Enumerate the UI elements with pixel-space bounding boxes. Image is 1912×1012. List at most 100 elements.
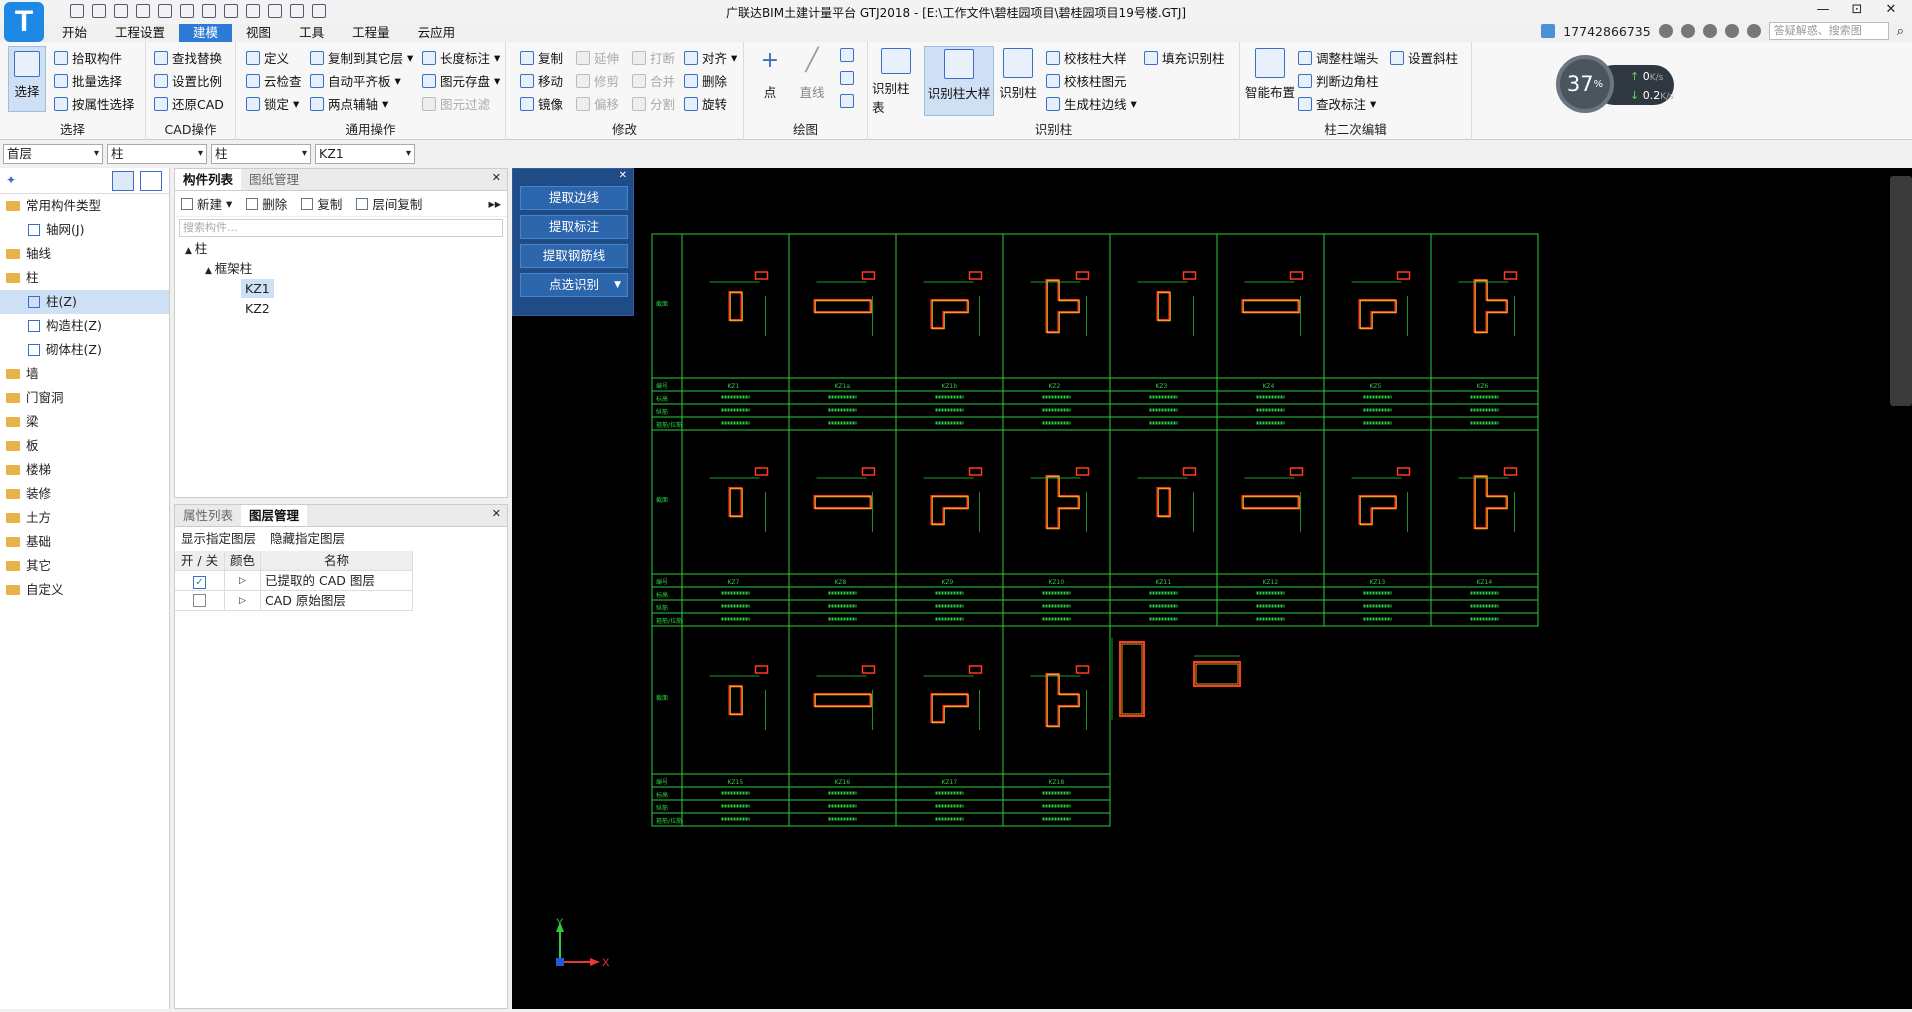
- nav-item[interactable]: 其它: [0, 554, 169, 578]
- align-button[interactable]: 对齐 ▾: [684, 48, 737, 67]
- fill-identify-column-button[interactable]: 填充识别柱: [1144, 48, 1225, 67]
- extend-button[interactable]: 延伸: [576, 48, 619, 67]
- nav-item[interactable]: 门窗洞: [0, 386, 169, 410]
- element-filter-button[interactable]: 图元过滤: [422, 94, 490, 113]
- select-group-label[interactable]: 选择: [0, 119, 145, 138]
- menu-item[interactable]: 工具: [285, 24, 338, 42]
- nav-item[interactable]: 柱(Z): [0, 290, 169, 314]
- user-icon[interactable]: [1541, 24, 1556, 38]
- layer-visible-checkbox[interactable]: [193, 594, 206, 607]
- close-icon[interactable]: ✕: [492, 169, 501, 190]
- draw-group-label[interactable]: 绘图: [744, 119, 867, 138]
- nav-item[interactable]: 构造柱(Z): [0, 314, 169, 338]
- menu-item[interactable]: 开始: [48, 24, 101, 42]
- expand-icon[interactable]: ▷: [225, 571, 261, 590]
- menu-item[interactable]: 工程设置: [101, 24, 179, 42]
- nav-item[interactable]: 板: [0, 434, 169, 458]
- component-select[interactable]: KZ1: [315, 144, 415, 164]
- floor-select[interactable]: 首层: [3, 144, 103, 164]
- batch-select-button[interactable]: 批量选择: [54, 71, 122, 90]
- tree-node-kz1[interactable]: KZ1: [175, 279, 507, 299]
- extract-rebar-button[interactable]: 提取钢筋线: [520, 244, 628, 268]
- expand-icon[interactable]: ▷: [225, 591, 261, 610]
- expand-icon[interactable]: ▲: [185, 246, 195, 256]
- dropdown-icon[interactable]: ▼: [614, 274, 621, 296]
- element-save-button[interactable]: 图元存盘 ▾: [422, 71, 500, 90]
- point-identify-button[interactable]: 点选识别 ▼: [520, 273, 628, 297]
- copy-between-floors-button[interactable]: 层间复制: [356, 194, 422, 213]
- tree-node-frame-column[interactable]: ▲ 框架柱: [175, 259, 507, 279]
- identify-column-detail-button[interactable]: 识别柱大样: [924, 46, 994, 116]
- menu-item[interactable]: 工程量: [338, 24, 404, 42]
- restore-button[interactable]: ⊡: [1840, 2, 1874, 17]
- nav-item[interactable]: 常用构件类型: [0, 194, 169, 218]
- help-search-input[interactable]: 答疑解惑、搜索图: [1768, 22, 1889, 40]
- modify-annotation-button[interactable]: 查改标注 ▾: [1298, 94, 1376, 113]
- split-button[interactable]: 分割: [632, 94, 675, 113]
- menu-item[interactable]: 建模: [179, 24, 233, 42]
- minimize-button[interactable]: —: [1806, 2, 1840, 17]
- pick-component-button[interactable]: 拾取构件: [54, 48, 122, 67]
- hide-layer-button[interactable]: 隐藏指定图层: [270, 527, 345, 551]
- app-logo[interactable]: T: [4, 2, 44, 42]
- length-dimension-button[interactable]: 长度标注 ▾: [422, 48, 500, 67]
- category-select[interactable]: 柱: [107, 144, 207, 164]
- identify-column-button[interactable]: 识别柱: [998, 46, 1038, 116]
- modify-group-label[interactable]: 修改: [506, 119, 743, 138]
- lock-button[interactable]: 锁定 ▾: [246, 94, 299, 113]
- break-button[interactable]: 打断: [632, 48, 675, 67]
- delete-component-button[interactable]: 删除: [246, 194, 287, 213]
- nav-item[interactable]: 土方: [0, 506, 169, 530]
- type-select[interactable]: 柱: [211, 144, 311, 164]
- define-button[interactable]: 定义: [246, 48, 289, 67]
- set-inclined-column-button[interactable]: 设置斜柱: [1390, 48, 1458, 67]
- copy-to-layer-button[interactable]: 复制到其它层 ▾: [310, 48, 413, 67]
- merge-button[interactable]: 合并: [632, 71, 675, 90]
- nav-item[interactable]: 梁: [0, 410, 169, 434]
- show-layer-button[interactable]: 显示指定图层: [181, 527, 256, 551]
- rect-icon[interactable]: [840, 94, 854, 108]
- common-ops-label[interactable]: 通用操作: [236, 119, 505, 138]
- search-icon[interactable]: ⌕: [1897, 24, 1904, 39]
- nav-item[interactable]: 柱: [0, 266, 169, 290]
- list-view-icon[interactable]: [112, 171, 134, 191]
- delete-button[interactable]: 删除: [684, 71, 727, 90]
- extract-edge-button[interactable]: 提取边线: [520, 186, 628, 210]
- mirror-button[interactable]: 镜像: [520, 94, 563, 113]
- trim-button[interactable]: 修剪: [576, 71, 619, 90]
- menu-item[interactable]: 云应用: [404, 24, 470, 42]
- more-icon[interactable]: ▸▸: [488, 196, 501, 211]
- close-button[interactable]: ✕: [1874, 2, 1908, 17]
- tab-layer-management[interactable]: 图层管理: [241, 505, 308, 526]
- rotate-button[interactable]: 旋转: [684, 94, 727, 113]
- tab-component-list[interactable]: 构件列表: [175, 169, 242, 190]
- tree-node-column[interactable]: ▲ 柱: [175, 239, 507, 259]
- expand-icon[interactable]: ▲: [205, 266, 215, 276]
- move-button[interactable]: 移动: [520, 71, 563, 90]
- find-replace-button[interactable]: 查找替换: [154, 48, 222, 67]
- layer-row[interactable]: ▷ CAD 原始图层: [175, 591, 413, 611]
- copy-component-button[interactable]: 复制: [301, 194, 342, 213]
- close-icon[interactable]: ✕: [513, 171, 633, 181]
- nav-item[interactable]: 楼梯: [0, 458, 169, 482]
- copy-button[interactable]: 复制: [520, 48, 563, 67]
- view-tools[interactable]: [1890, 176, 1912, 406]
- smart-layout-button[interactable]: 智能布置: [1242, 46, 1298, 116]
- help-icon[interactable]: [1702, 24, 1717, 38]
- arc-icon[interactable]: [840, 48, 854, 62]
- nav-item[interactable]: 墙: [0, 362, 169, 386]
- performance-gauge[interactable]: ↑ 0K/s ↓ 0.2K/s 37%: [1556, 55, 1674, 113]
- nav-item[interactable]: 轴网(J): [0, 218, 169, 242]
- close-icon[interactable]: ✕: [492, 505, 501, 526]
- layer-visible-checkbox[interactable]: ✓: [193, 576, 206, 589]
- card-view-icon[interactable]: [140, 171, 162, 191]
- nav-item[interactable]: 基础: [0, 530, 169, 554]
- adjust-column-end-button[interactable]: 调整柱端头: [1298, 48, 1379, 67]
- cloud-check-button[interactable]: 云检查: [246, 71, 302, 90]
- select-by-property-button[interactable]: 按属性选择: [54, 94, 135, 113]
- nav-item[interactable]: 自定义: [0, 578, 169, 602]
- circle-icon[interactable]: [840, 71, 854, 85]
- message-icon[interactable]: [1680, 24, 1695, 38]
- tab-property-list[interactable]: 属性列表: [175, 505, 241, 526]
- two-point-axis-button[interactable]: 两点辅轴 ▾: [310, 94, 388, 113]
